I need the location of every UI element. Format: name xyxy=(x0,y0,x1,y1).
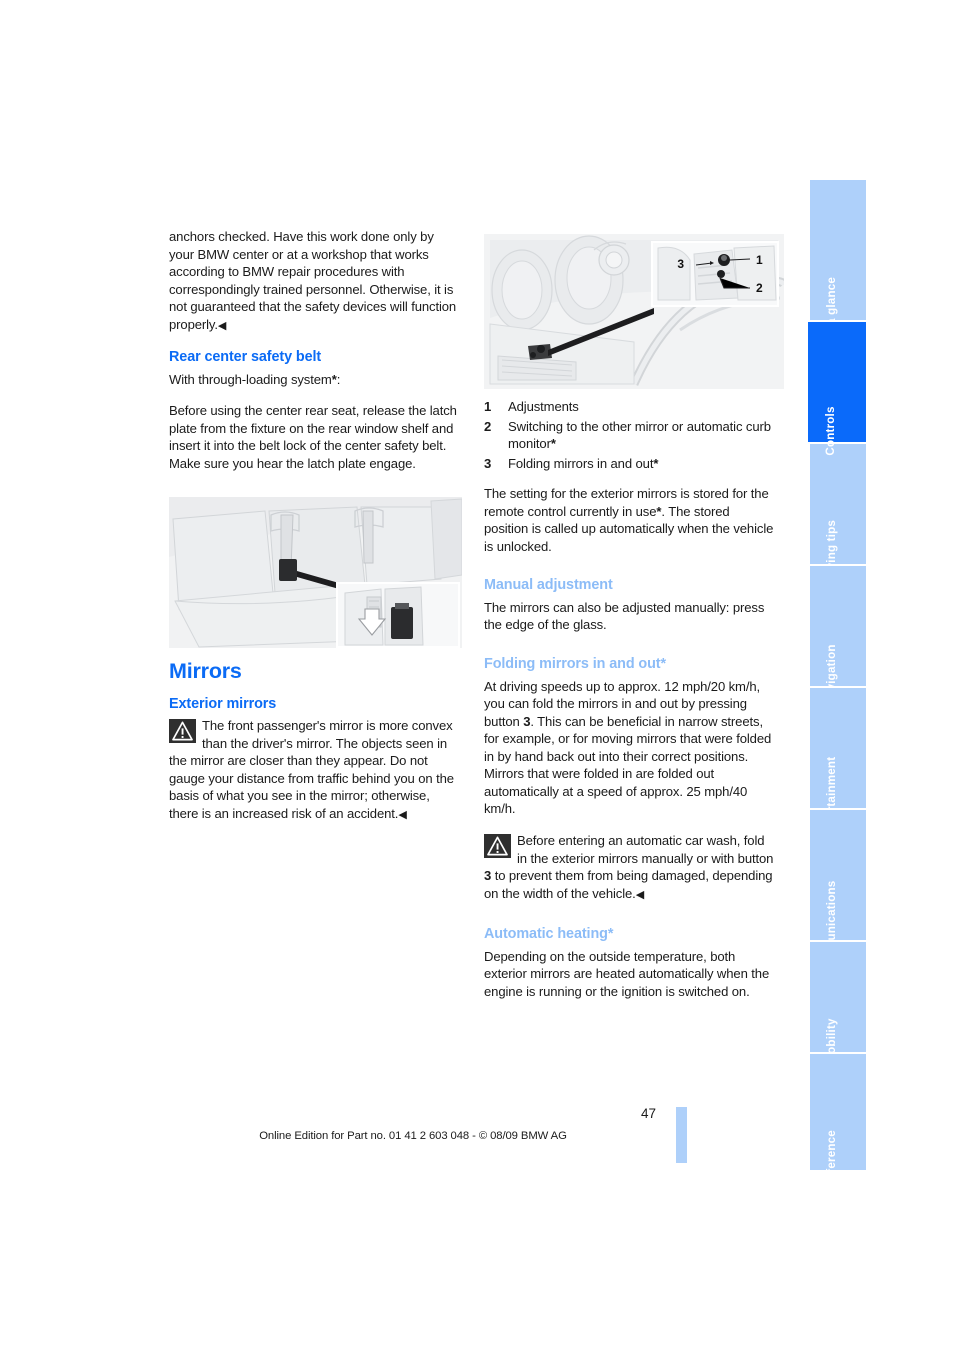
svg-text:1: 1 xyxy=(756,253,763,267)
legend-number: 3 xyxy=(484,455,492,471)
stored-setting-paragraph: The setting for the exterior mirrors is … xyxy=(484,486,774,554)
warning-triangle-icon xyxy=(169,719,196,744)
heading-automatic-heating: Automatic heating* xyxy=(484,926,614,943)
folding-mirrors-text: At driving speeds up to approx. 12 mph/2… xyxy=(484,678,772,817)
legend-text: Folding mirrors in and out* xyxy=(508,455,659,471)
rear-seat-illustration xyxy=(169,497,463,648)
legend-row: 2 Switching to the other mirror or autom… xyxy=(484,418,776,453)
warning-exterior-mirrors: The front passenger's mirror is more con… xyxy=(169,717,461,824)
tab-label: Controls xyxy=(824,406,837,456)
right-text-column: 1 Adjustments 2 Switching to the other m… xyxy=(484,398,776,1014)
footer-text: Online Edition for Part no. 01 41 2 603 … xyxy=(259,1130,567,1142)
page-number: 47 xyxy=(640,1106,656,1121)
warning-car-wash-text: Before entering an automatic car wash, f… xyxy=(517,832,774,866)
mirror-button-legend: 1 Adjustments 2 Switching to the other m… xyxy=(484,398,776,472)
tab-mobility[interactable]: Mobility xyxy=(810,942,866,1064)
svg-text:2: 2 xyxy=(756,281,763,295)
chapter-tab-strip: At a glance Controls Driving tips Naviga… xyxy=(808,180,866,1188)
end-marker-icon: ◀ xyxy=(635,888,645,901)
manual-adjustment-text: The mirrors can also be adjusted manuall… xyxy=(484,599,765,633)
warning-exterior-mirrors-text: The front passenger's mirror is more con… xyxy=(169,718,454,821)
tab-entertainment[interactable]: Entertainment xyxy=(810,688,866,837)
dashboard-illustration: 3 1 2 xyxy=(484,234,788,389)
legend-number: 2 xyxy=(484,418,492,434)
heading-mirrors: Mirrors xyxy=(169,659,242,683)
tab-driving-tips[interactable]: Driving tips xyxy=(810,444,866,586)
heading-manual-adjustment: Manual adjustment xyxy=(484,577,613,594)
left-text-column-lower: Mirrors Exterior mirrors The front passe… xyxy=(169,660,461,838)
heading-folding-mirrors: Folding mirrors in and out* xyxy=(484,656,666,673)
figure-rear-seat-belt xyxy=(169,497,463,648)
legend-text: Switching to the other mirror or automat… xyxy=(508,418,771,452)
legend-row: 3 Folding mirrors in and out* xyxy=(484,455,776,473)
end-marker-icon: ◀ xyxy=(398,808,407,821)
automatic-heating-text: Depending on the outside temperature, bo… xyxy=(484,948,770,999)
legend-row: 1 Adjustments xyxy=(484,398,776,416)
svg-text:3: 3 xyxy=(677,257,684,271)
continued-paragraph: anchors checked. Have this work done onl… xyxy=(169,229,457,332)
legend-number: 1 xyxy=(484,399,492,414)
heading-rear-center-safety-belt: Rear center safety belt xyxy=(169,349,322,366)
footer-accent-bar xyxy=(676,1107,687,1163)
tab-controls[interactable]: Controls xyxy=(808,322,866,456)
tab-reference[interactable]: Reference xyxy=(810,1054,866,1188)
heading-exterior-mirrors: Exterior mirrors xyxy=(169,695,277,712)
tab-navigation[interactable]: Navigation xyxy=(810,566,866,706)
manual-page: anchors checked. Have this work done onl… xyxy=(0,0,954,1350)
figure-mirror-controls: 3 1 2 xyxy=(484,234,788,389)
tab-label: Reference xyxy=(825,1130,838,1188)
tab-at-a-glance[interactable]: At a glance xyxy=(810,180,866,341)
warning-triangle-icon xyxy=(484,833,511,858)
through-loading-note: With through-loading system*: xyxy=(169,371,341,387)
belt-instructions: Before using the center rear seat, relea… xyxy=(169,403,457,472)
warning-car-wash: Before entering an automatic car wash, f… xyxy=(484,832,774,901)
left-text-column: anchors checked. Have this work done onl… xyxy=(169,228,461,487)
end-marker-icon: ◀ xyxy=(217,319,227,332)
legend-text: Adjustments xyxy=(508,399,579,414)
tab-communications[interactable]: Communications xyxy=(810,810,866,977)
